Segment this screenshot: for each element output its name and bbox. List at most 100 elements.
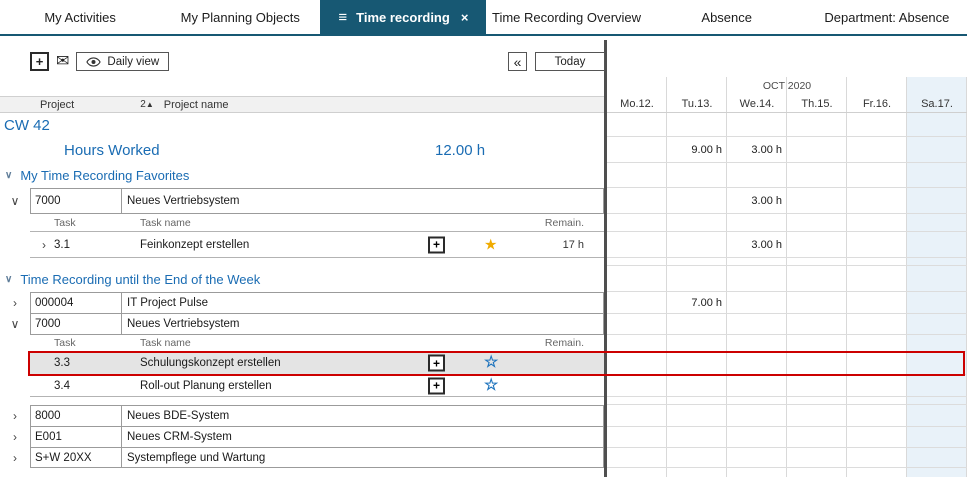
day-cell[interactable] bbox=[787, 405, 847, 427]
tab-time-recording[interactable]: ≡ Time recording × bbox=[320, 0, 486, 34]
add-button[interactable]: + bbox=[30, 52, 49, 71]
tab-time-recording-overview[interactable]: Time Recording Overview bbox=[486, 0, 646, 34]
day-column-header[interactable]: Mo.12. bbox=[607, 96, 667, 112]
day-cell[interactable] bbox=[727, 335, 787, 352]
day-cell[interactable]: 9.00 h bbox=[667, 137, 727, 163]
chevron-right-icon[interactable]: › bbox=[0, 409, 30, 423]
day-cell[interactable] bbox=[907, 352, 967, 375]
day-cell[interactable] bbox=[907, 113, 967, 137]
project-name-cell[interactable]: Neues CRM-System bbox=[122, 426, 604, 448]
menu-icon[interactable]: ≡ bbox=[338, 10, 347, 25]
previous-week-button[interactable]: « bbox=[508, 52, 527, 71]
add-favorite-star-icon[interactable]: ☆ bbox=[484, 378, 498, 394]
day-cell[interactable] bbox=[727, 405, 787, 427]
day-cell[interactable] bbox=[907, 188, 967, 214]
day-cell[interactable] bbox=[607, 335, 667, 352]
task-name[interactable]: Feinkonzept erstellen bbox=[140, 239, 249, 251]
day-cell[interactable] bbox=[787, 258, 847, 266]
day-cell[interactable] bbox=[607, 258, 667, 266]
day-cell[interactable] bbox=[787, 426, 847, 448]
day-cell[interactable] bbox=[907, 405, 967, 427]
day-cell[interactable] bbox=[847, 352, 907, 375]
day-cell[interactable] bbox=[787, 214, 847, 232]
project-name-cell[interactable]: Neues Vertriebsystem bbox=[122, 313, 604, 335]
add-booking-button[interactable]: + bbox=[428, 377, 445, 394]
project-name-cell[interactable]: Neues Vertriebsystem bbox=[122, 188, 604, 214]
tab-absence[interactable]: Absence bbox=[647, 0, 807, 34]
day-cell[interactable] bbox=[907, 375, 967, 397]
day-cell[interactable] bbox=[607, 292, 667, 314]
day-cell[interactable] bbox=[787, 232, 847, 258]
project-code-cell[interactable]: 8000 bbox=[30, 405, 122, 427]
project-code-cell[interactable]: 7000 bbox=[30, 313, 122, 335]
day-cell[interactable] bbox=[847, 214, 907, 232]
day-cell[interactable] bbox=[787, 375, 847, 397]
day-cell[interactable] bbox=[907, 266, 967, 292]
chevron-down-icon[interactable]: ∨ bbox=[5, 274, 12, 285]
day-cell[interactable] bbox=[667, 352, 727, 375]
day-cell[interactable] bbox=[607, 405, 667, 427]
day-cell[interactable] bbox=[787, 397, 847, 405]
day-cell[interactable] bbox=[907, 232, 967, 258]
add-booking-button[interactable]: + bbox=[428, 355, 445, 372]
section-favorites[interactable]: ∨ My Time Recording Favorites bbox=[0, 163, 967, 188]
task-name[interactable]: Schulungskonzept erstellen bbox=[140, 357, 281, 369]
tab-my-planning-objects[interactable]: My Planning Objects bbox=[160, 0, 320, 34]
day-cell[interactable] bbox=[727, 266, 787, 292]
day-cell[interactable] bbox=[727, 163, 787, 188]
day-cell[interactable] bbox=[907, 397, 967, 405]
chevron-down-icon[interactable]: ∨ bbox=[0, 317, 30, 331]
chevron-down-icon[interactable]: ∨ bbox=[0, 194, 30, 208]
chevron-right-icon[interactable]: › bbox=[0, 451, 30, 465]
chevron-right-icon[interactable]: › bbox=[0, 296, 30, 310]
day-cell[interactable] bbox=[847, 113, 907, 137]
day-cell[interactable] bbox=[787, 113, 847, 137]
tab-my-activities[interactable]: My Activities bbox=[0, 0, 160, 34]
day-cell[interactable] bbox=[727, 258, 787, 266]
day-cell[interactable] bbox=[727, 113, 787, 137]
day-cell[interactable] bbox=[847, 137, 907, 163]
column-header-project[interactable]: Project bbox=[40, 99, 74, 111]
day-cell[interactable] bbox=[667, 426, 727, 448]
project-row-7000[interactable]: ∨ 7000 Neues Vertriebsystem bbox=[0, 313, 967, 335]
task-row-3-3-selected[interactable]: 3.3 Schulungskonzept erstellen + ☆ bbox=[0, 352, 967, 375]
project-code-cell[interactable]: 7000 bbox=[30, 188, 122, 214]
day-cell[interactable] bbox=[847, 426, 907, 448]
day-cell[interactable] bbox=[667, 313, 727, 335]
day-cell[interactable] bbox=[787, 447, 847, 468]
day-cell[interactable] bbox=[607, 163, 667, 188]
day-cell[interactable] bbox=[787, 266, 847, 292]
day-cell[interactable] bbox=[727, 214, 787, 232]
project-code-cell[interactable]: 000004 bbox=[30, 292, 122, 314]
add-booking-button[interactable]: + bbox=[428, 236, 445, 253]
task-row-3-4[interactable]: 3.4 Roll-out Planung erstellen + ☆ bbox=[0, 375, 967, 397]
day-cell[interactable] bbox=[727, 292, 787, 314]
day-cell[interactable] bbox=[787, 163, 847, 188]
project-code-cell[interactable]: S+W 20XX bbox=[30, 447, 122, 468]
day-cell[interactable] bbox=[667, 405, 727, 427]
day-column-header[interactable]: We.14. bbox=[727, 96, 787, 112]
day-cell[interactable] bbox=[607, 188, 667, 214]
day-cell[interactable]: 3.00 h bbox=[727, 232, 787, 258]
day-cell[interactable] bbox=[847, 397, 907, 405]
day-cell[interactable] bbox=[847, 232, 907, 258]
day-cell[interactable] bbox=[907, 292, 967, 314]
day-cell[interactable] bbox=[727, 397, 787, 405]
project-row-e001[interactable]: › E001 Neues CRM-System bbox=[0, 426, 967, 448]
day-cell[interactable] bbox=[667, 258, 727, 266]
day-cell[interactable] bbox=[787, 188, 847, 214]
day-cell[interactable]: 3.00 h bbox=[727, 188, 787, 214]
day-cell[interactable] bbox=[667, 188, 727, 214]
project-code-cell[interactable]: E001 bbox=[30, 426, 122, 448]
task-row-3-1[interactable]: › 3.1 Feinkonzept erstellen + ★ 17 h 3.0… bbox=[0, 232, 967, 258]
close-tab-icon[interactable]: × bbox=[461, 11, 469, 24]
day-cell[interactable] bbox=[787, 352, 847, 375]
task-code[interactable]: 3.3 bbox=[54, 357, 140, 369]
envelope-icon[interactable]: ✉ bbox=[56, 54, 69, 70]
day-cell[interactable] bbox=[907, 163, 967, 188]
day-cell[interactable] bbox=[667, 447, 727, 468]
chevron-right-icon[interactable]: › bbox=[42, 238, 46, 252]
day-cell[interactable] bbox=[607, 266, 667, 292]
day-cell[interactable] bbox=[667, 163, 727, 188]
day-cell[interactable] bbox=[847, 335, 907, 352]
